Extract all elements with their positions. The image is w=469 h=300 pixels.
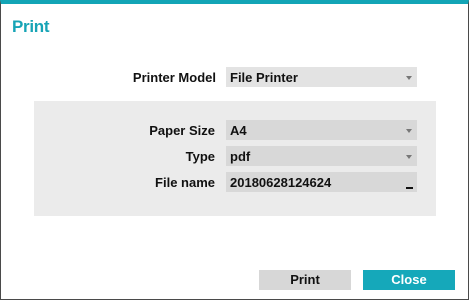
printer-model-select[interactable]: File Printer <box>226 67 417 87</box>
file-name-value: 20180628124624 <box>230 175 332 190</box>
file-name-label: File name <box>155 175 215 190</box>
type-value: pdf <box>230 149 251 164</box>
paper-size-select[interactable]: A4 <box>226 120 417 140</box>
text-cursor-icon <box>406 187 413 189</box>
file-name-input[interactable]: 20180628124624 <box>226 172 417 192</box>
printer-model-label: Printer Model <box>132 70 216 85</box>
dialog-title: Print <box>12 17 50 36</box>
print-button[interactable]: Print <box>259 270 351 290</box>
printer-model-value: File Printer <box>230 70 298 85</box>
type-select[interactable]: pdf <box>226 146 417 166</box>
close-button[interactable]: Close <box>363 270 455 290</box>
print-dialog: Print Printer Model File Printer Paper S… <box>0 0 469 300</box>
paper-size-label: Paper Size <box>149 123 215 138</box>
chevron-down-icon <box>406 155 412 159</box>
chevron-down-icon <box>406 76 412 80</box>
paper-size-value: A4 <box>230 123 247 138</box>
type-label: Type <box>185 149 215 164</box>
chevron-down-icon <box>406 129 412 133</box>
